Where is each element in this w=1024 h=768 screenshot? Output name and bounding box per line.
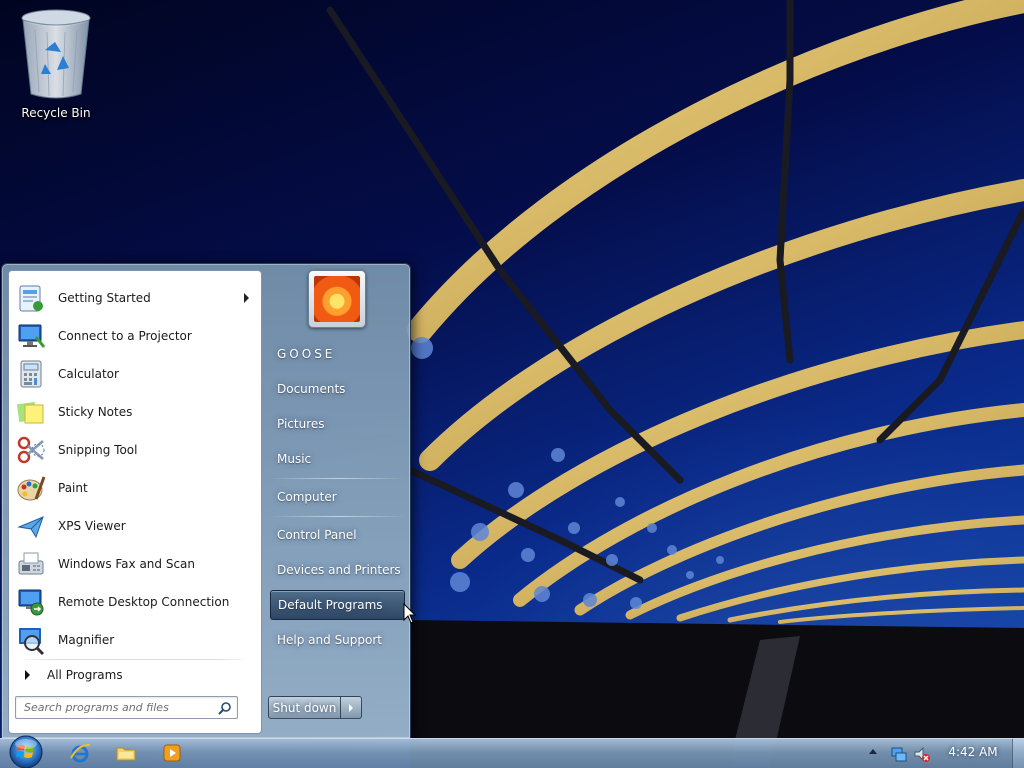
right-item-default-programs[interactable]: Default Programs xyxy=(270,590,405,620)
search-input[interactable] xyxy=(16,697,212,718)
scissors-icon xyxy=(14,433,48,467)
program-calculator[interactable]: Calculator xyxy=(9,355,261,393)
paint-palette-icon xyxy=(14,471,48,505)
user-name-link[interactable]: GOOSE xyxy=(270,339,405,369)
program-xps-viewer[interactable]: XPS Viewer xyxy=(9,507,261,545)
shutdown-button[interactable]: Shut down xyxy=(268,696,340,719)
user-avatar-flower xyxy=(314,276,360,322)
shutdown-options-button[interactable] xyxy=(340,696,362,719)
show-desktop-button[interactable] xyxy=(1012,739,1024,768)
program-paint[interactable]: Paint xyxy=(9,469,261,507)
right-item-documents[interactable]: Documents xyxy=(270,374,405,404)
magnifier-icon xyxy=(14,623,48,657)
fax-icon xyxy=(14,547,48,581)
right-item-devices-and-printers[interactable]: Devices and Printers xyxy=(270,555,405,585)
recycle-bin-icon xyxy=(21,9,91,99)
program-list: Getting Started Connect to a Projector C… xyxy=(9,279,261,659)
right-pane-divider xyxy=(274,516,402,517)
media-player-icon xyxy=(163,744,181,762)
recycle-bin-label: Recycle Bin xyxy=(21,106,91,120)
all-programs-arrow-icon xyxy=(25,670,30,680)
program-snipping-tool[interactable]: Snipping Tool xyxy=(9,431,261,469)
search-box[interactable] xyxy=(15,696,238,719)
start-button[interactable] xyxy=(6,733,46,768)
all-programs-button[interactable]: All Programs xyxy=(17,661,255,689)
speaker-muted-icon[interactable] xyxy=(913,745,931,763)
folder-icon xyxy=(116,747,136,761)
network-icon[interactable] xyxy=(890,745,908,763)
program-label: Windows Fax and Scan xyxy=(58,557,196,571)
taskbar-app-windows-explorer[interactable] xyxy=(104,740,148,766)
program-connect-to-projector[interactable]: Connect to a Projector xyxy=(9,317,261,355)
recycle-bin-desktop-icon[interactable]: Recycle Bin xyxy=(14,6,98,124)
program-label: Snipping Tool xyxy=(58,443,138,457)
right-pane-divider xyxy=(274,478,402,479)
search-icon[interactable] xyxy=(218,701,232,715)
remote-desktop-icon xyxy=(14,585,48,619)
shutdown-control: Shut down xyxy=(268,696,364,719)
program-label: Magnifier xyxy=(58,633,115,647)
sticky-notes-icon xyxy=(14,395,48,429)
program-remote-desktop-connection[interactable]: Remote Desktop Connection xyxy=(9,583,261,621)
program-magnifier[interactable]: Magnifier xyxy=(9,621,261,659)
program-label: Connect to a Projector xyxy=(58,329,192,343)
right-item-control-panel[interactable]: Control Panel xyxy=(270,520,405,550)
getting-started-icon xyxy=(14,281,48,315)
program-label: Calculator xyxy=(58,367,119,381)
right-item-computer[interactable]: Computer xyxy=(270,482,405,512)
submenu-arrow-icon[interactable] xyxy=(244,293,249,303)
taskbar-app-media-player[interactable] xyxy=(150,740,194,766)
start-menu: Getting Started Connect to a Projector C… xyxy=(1,263,411,739)
projector-icon xyxy=(14,319,48,353)
xps-viewer-icon xyxy=(14,509,48,543)
program-getting-started[interactable]: Getting Started xyxy=(9,279,261,317)
start-menu-programs-pane: Getting Started Connect to a Projector C… xyxy=(8,270,262,734)
taskbar-clock[interactable]: 4:42 AM xyxy=(942,745,1004,761)
program-windows-fax-and-scan[interactable]: Windows Fax and Scan xyxy=(9,545,261,583)
user-account-picture[interactable] xyxy=(308,270,366,328)
right-item-pictures[interactable]: Pictures xyxy=(270,409,405,439)
program-label: Sticky Notes xyxy=(58,405,133,419)
show-hidden-icons-button[interactable] xyxy=(869,749,877,754)
all-programs-label: All Programs xyxy=(47,668,123,682)
program-label: XPS Viewer xyxy=(58,519,126,533)
internet-explorer-icon xyxy=(70,743,91,763)
mouse-cursor-icon xyxy=(403,603,417,624)
program-label: Getting Started xyxy=(58,291,151,305)
chevron-right-icon xyxy=(349,703,353,712)
taskbar-app-internet-explorer[interactable] xyxy=(58,740,102,766)
right-item-help-and-support[interactable]: Help and Support xyxy=(270,625,405,655)
calculator-icon xyxy=(14,357,48,391)
program-label: Remote Desktop Connection xyxy=(58,595,230,609)
programs-divider xyxy=(19,659,251,660)
program-label: Paint xyxy=(58,481,88,495)
right-item-music[interactable]: Music xyxy=(270,444,405,474)
program-sticky-notes[interactable]: Sticky Notes xyxy=(9,393,261,431)
